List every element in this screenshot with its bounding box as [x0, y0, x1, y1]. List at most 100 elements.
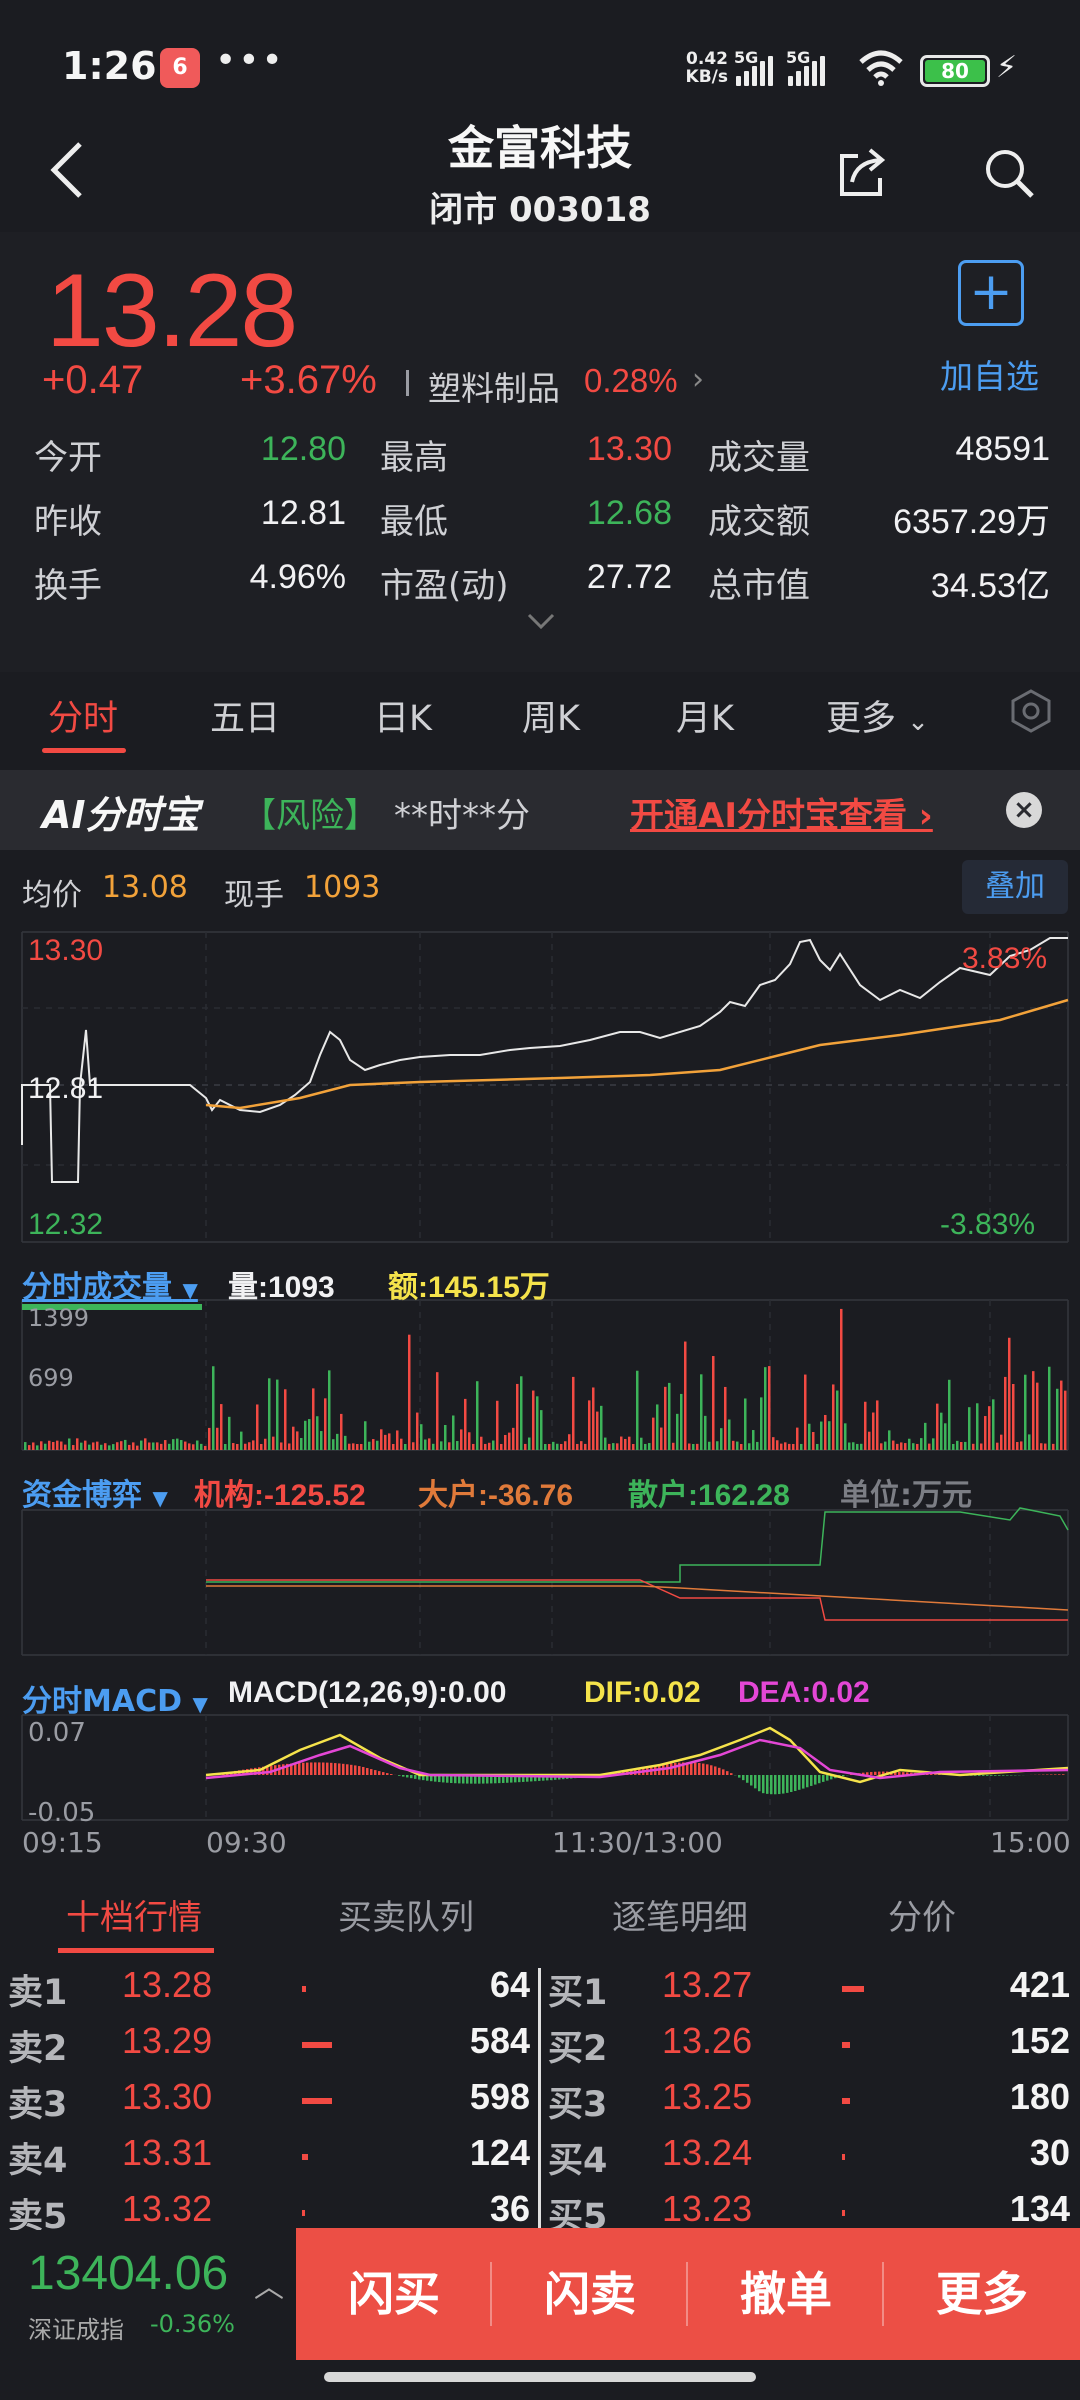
buy-level-price[interactable]: 13.25	[662, 2076, 752, 2118]
capital-lines	[206, 1507, 1069, 1621]
sell-volume-bar	[302, 2154, 308, 2160]
tab-weekly-k[interactable]: 周K	[522, 690, 580, 741]
chevron-down-icon[interactable]	[526, 610, 556, 632]
buy-level-label: 买4	[548, 2141, 608, 2181]
ai-logo: AI分时宝	[42, 793, 200, 837]
stat-label: 最低	[380, 502, 448, 542]
dif-value: DIF:0.02	[584, 1676, 701, 1709]
chevron-right-icon[interactable]: ›	[692, 362, 704, 397]
sell-level-price[interactable]: 13.30	[122, 2076, 212, 2118]
settings-icon[interactable]	[1008, 688, 1054, 734]
stat-value: 4.96%	[249, 558, 346, 596]
tab-tick-detail[interactable]: 逐笔明细	[612, 1890, 748, 1939]
buy-volume-bar	[842, 2210, 845, 2216]
sell-level-price[interactable]: 13.28	[122, 1964, 212, 2006]
charging-icon: ⚡	[996, 50, 1018, 85]
flash-buy-button[interactable]: 闪买	[296, 2258, 492, 2324]
chevron-up-icon[interactable]: ︿	[254, 2262, 284, 2306]
active-tab-indicator	[42, 748, 126, 753]
last-volume-value: 1093	[304, 870, 381, 905]
battery-icon: 80	[920, 55, 990, 87]
tab-more[interactable]: 更多 ⌄	[826, 690, 929, 741]
flash-sell-button[interactable]: 闪卖	[492, 2258, 688, 2324]
x-label-0930: 09:30	[206, 1826, 287, 1859]
buy-level-volume: 180	[1009, 2076, 1070, 2117]
current-price: 13.28	[46, 253, 298, 369]
stat-label: 总市值	[708, 566, 810, 606]
tab-intraday[interactable]: 分时	[48, 690, 118, 741]
buy-level-price[interactable]: 13.26	[662, 2020, 752, 2062]
buy-volume-bar	[842, 2154, 845, 2160]
sector-change[interactable]: 0.28%	[584, 362, 678, 400]
add-watchlist-button[interactable]: +	[958, 260, 1024, 326]
search-icon[interactable]	[982, 146, 1036, 200]
stat-label: 最高	[380, 438, 448, 478]
sell-level-volume: 124	[469, 2132, 530, 2173]
close-icon[interactable]: ×	[1006, 792, 1042, 828]
macd-indicator-title[interactable]: 分时MACD ▼	[22, 1676, 208, 1720]
stat-value: 6357.29万	[893, 503, 1050, 541]
add-watchlist-label[interactable]: 加自选	[940, 350, 1039, 398]
buy-level-label: 买2	[548, 2029, 608, 2069]
intraday-chart[interactable]	[0, 920, 1080, 1870]
tab-queue[interactable]: 买卖队列	[338, 1890, 474, 1939]
stat-label: 今开	[34, 438, 102, 478]
y-axis-high: 13.30	[28, 934, 104, 967]
x-label-1500: 15:00	[990, 1826, 1071, 1859]
buy-level-volume: 421	[1009, 1964, 1070, 2005]
buy-level-price[interactable]: 13.24	[662, 2132, 752, 2174]
more-actions-button[interactable]: 更多	[884, 2258, 1080, 2324]
last-volume-label: 现手	[224, 878, 284, 913]
ai-open-link[interactable]: 开通AI分时宝查看 ›	[630, 788, 933, 837]
stat-value: 12.68	[586, 494, 672, 532]
buy-level-price[interactable]: 13.27	[662, 1964, 752, 2006]
sell-level-label: 卖4	[8, 2141, 68, 2181]
avg-price-line	[205, 998, 1069, 1110]
capital-indicator-title[interactable]: 资金博弈 ▼	[22, 1470, 168, 1514]
stat-value: 12.81	[260, 494, 346, 532]
ai-time: **时**分	[394, 796, 530, 836]
index-change: -0.36%	[150, 2310, 235, 2338]
stat-value: 34.53亿	[930, 567, 1050, 605]
stat-value: 48591	[955, 430, 1050, 468]
pct-axis-low: -3.83%	[940, 1208, 1036, 1241]
stat-label: 成交额	[708, 502, 810, 542]
y-axis-low: 12.32	[28, 1208, 104, 1241]
volume-indicator-title[interactable]: 分时成交量 ▼	[22, 1262, 198, 1306]
page-title: 金富科技	[448, 121, 632, 175]
avg-price-value: 13.08	[102, 870, 188, 905]
buy-volume-bar	[842, 1986, 864, 1992]
volume-bars	[22, 1304, 1067, 1450]
buy-volume-bar	[842, 2098, 850, 2104]
sell-volume-bar	[302, 2210, 305, 2216]
divider	[406, 370, 409, 396]
tab-ten-level[interactable]: 十档行情	[66, 1890, 202, 1939]
index-value[interactable]: 13404.06	[28, 2246, 228, 2301]
ai-risk-tag: 【风险】	[242, 796, 378, 836]
tab-daily-k[interactable]: 日K	[374, 690, 432, 741]
sell-volume-bar	[302, 2042, 332, 2048]
buy-level-price[interactable]: 13.23	[662, 2188, 752, 2230]
price-change-percent: +3.67%	[240, 358, 377, 402]
tab-monthly-k[interactable]: 月K	[676, 690, 734, 741]
sell-level-volume: 36	[489, 2188, 530, 2229]
signal-bars-1-icon	[736, 56, 773, 86]
avg-price-label: 均价	[22, 878, 82, 913]
share-icon[interactable]	[836, 146, 890, 200]
tab-price-distribution[interactable]: 分价	[888, 1890, 956, 1939]
signal-bars-2-icon	[788, 56, 825, 86]
overlay-button[interactable]: 叠加	[962, 860, 1068, 914]
sell-level-price[interactable]: 13.29	[122, 2020, 212, 2062]
divider	[538, 1968, 541, 2230]
stat-label: 换手	[34, 566, 102, 606]
buy-level-volume: 30	[1029, 2132, 1070, 2173]
dea-value: DEA:0.02	[738, 1676, 870, 1709]
sell-level-price[interactable]: 13.31	[122, 2132, 212, 2174]
more-notifications-icon: •••	[215, 40, 285, 81]
cancel-order-button[interactable]: 撤单	[688, 2258, 884, 2324]
sector-name[interactable]: 塑料制品	[428, 362, 560, 410]
x-label-0915: 09:15	[22, 1826, 103, 1859]
sell-level-price[interactable]: 13.32	[122, 2188, 212, 2230]
tab-five-day[interactable]: 五日	[210, 690, 280, 741]
app-notification-icon: 6	[160, 48, 200, 88]
